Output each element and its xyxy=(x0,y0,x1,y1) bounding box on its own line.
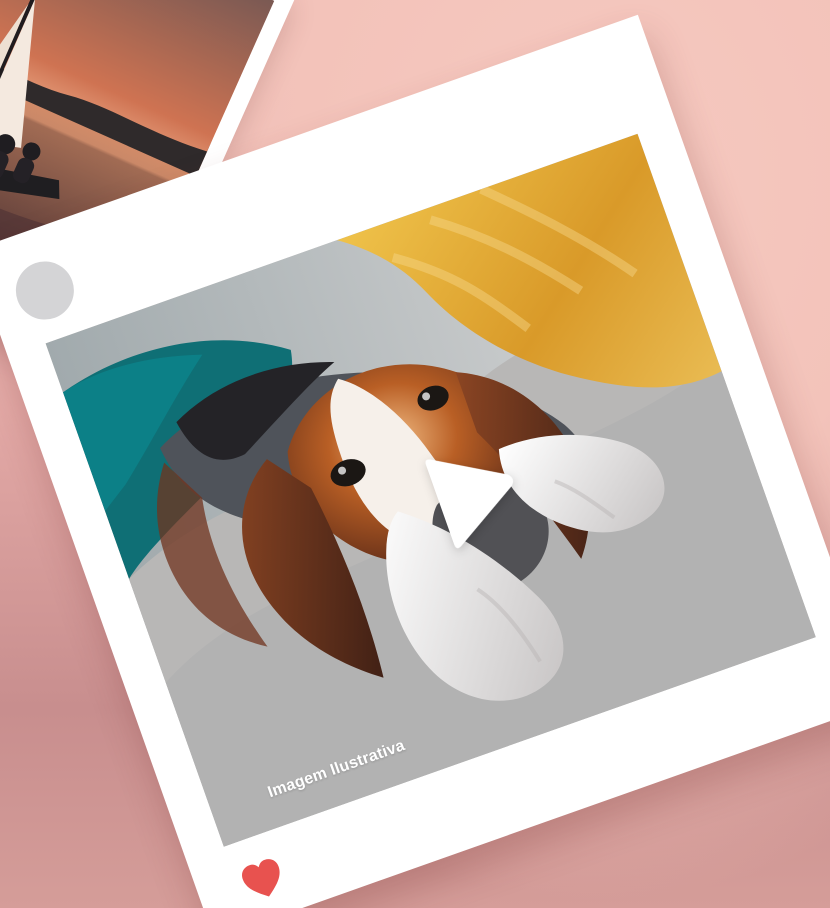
like-button[interactable] xyxy=(237,855,289,905)
post-media[interactable]: Imagem Ilustrativa xyxy=(45,133,816,847)
heart-icon xyxy=(242,859,280,897)
social-post-collage: Imagem Ilustrativa xyxy=(0,0,830,908)
profile-avatar xyxy=(7,253,82,328)
